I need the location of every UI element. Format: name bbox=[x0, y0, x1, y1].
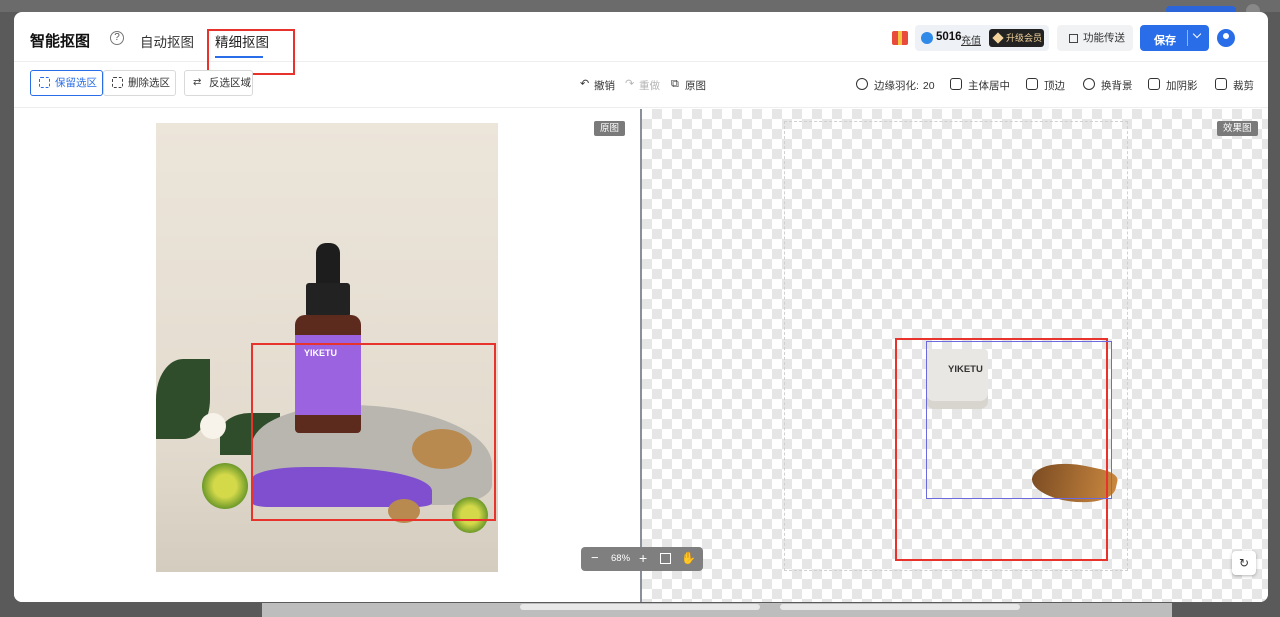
undo-label: 撤销 bbox=[594, 80, 615, 92]
fit-icon[interactable] bbox=[660, 553, 671, 564]
feature-transfer-button[interactable]: 功能传送 bbox=[1057, 25, 1133, 51]
crop-button[interactable]: 裁剪 bbox=[1215, 78, 1254, 93]
center-subject-label: 主体居中 bbox=[968, 80, 1010, 92]
recharge-link[interactable]: 充值 bbox=[961, 32, 981, 47]
original-icon: ⧉ bbox=[671, 78, 679, 90]
redo-button[interactable]: ↷ 重做 bbox=[625, 78, 660, 93]
backdrop-header bbox=[0, 0, 1280, 12]
effect-tag: 效果图 bbox=[1217, 121, 1258, 136]
selection-rectangle[interactable] bbox=[251, 343, 496, 521]
original-image-button[interactable]: ⧉ 原图 bbox=[671, 78, 706, 93]
delete-selection-label: 删除选区 bbox=[128, 77, 170, 89]
lime-shape bbox=[202, 463, 248, 509]
upgrade-vip-label: 升级会员 bbox=[1006, 33, 1043, 43]
edge-feather-value[interactable]: 20 bbox=[923, 80, 935, 92]
shadow-icon bbox=[1148, 78, 1160, 90]
credit-panel: 5016 充值 升级会员 bbox=[915, 25, 1049, 51]
background-icon bbox=[1083, 78, 1095, 90]
upgrade-vip-button[interactable]: 升级会员 bbox=[989, 29, 1044, 47]
save-button[interactable]: 保存 bbox=[1140, 25, 1209, 51]
tab-auto-cutout[interactable]: 自动抠图 bbox=[140, 31, 194, 51]
feather-icon bbox=[856, 78, 868, 90]
invert-selection-button[interactable]: ⇄ 反选区域 bbox=[184, 70, 253, 96]
credit-count: 5016 bbox=[936, 31, 962, 43]
zoom-out-button[interactable]: − bbox=[591, 551, 599, 565]
zoom-control: − 68% + ✋ bbox=[581, 547, 703, 571]
change-background-label: 换背景 bbox=[1101, 80, 1133, 92]
avatar[interactable] bbox=[1217, 29, 1235, 47]
coin-icon bbox=[921, 32, 933, 44]
backdrop-footer-item bbox=[780, 604, 1020, 610]
undo-icon: ↶ bbox=[580, 78, 590, 90]
save-label: 保存 bbox=[1154, 35, 1176, 47]
top-edge-label: 顶边 bbox=[1044, 80, 1065, 92]
help-icon[interactable]: ? bbox=[110, 31, 124, 45]
zoom-in-button[interactable]: + bbox=[639, 550, 647, 566]
zoom-level: 68% bbox=[611, 553, 631, 564]
original-image-label: 原图 bbox=[685, 80, 706, 92]
edge-feather-control[interactable]: 边缘羽化: 20 bbox=[856, 78, 935, 93]
add-shadow-label: 加阴影 bbox=[1166, 80, 1198, 92]
vip-icon bbox=[992, 32, 1004, 44]
flower-shape bbox=[200, 413, 226, 439]
crop-label: 裁剪 bbox=[1233, 80, 1254, 92]
keep-selection-button[interactable]: 保留选区 bbox=[30, 70, 103, 96]
swap-icon: ⇄ bbox=[193, 77, 202, 88]
top-icon bbox=[1026, 78, 1038, 90]
chevron-down-icon[interactable] bbox=[1192, 29, 1202, 39]
save-divider bbox=[1187, 30, 1188, 46]
redo-label: 重做 bbox=[639, 80, 660, 92]
edit-toolbar: 保留选区 删除选区 ⇄ 反选区域 ↶ 撤销 ↷ 重做 ⧉ 原图 边缘羽化: 20 … bbox=[14, 62, 1268, 108]
crop-icon bbox=[1215, 78, 1227, 90]
subject-bounding-box[interactable] bbox=[926, 341, 1112, 499]
modal-header: 智能抠图 ? 自动抠图 精细抠图 5016 充值 升级会员 功能传送 保存 bbox=[14, 12, 1268, 75]
invert-selection-label: 反选区域 bbox=[209, 77, 251, 89]
keep-selection-icon bbox=[39, 77, 50, 88]
edge-feather-label: 边缘羽化: bbox=[874, 80, 919, 92]
original-canvas[interactable]: 原图 YIKETU bbox=[14, 109, 640, 602]
top-edge-button[interactable]: 顶边 bbox=[1026, 78, 1065, 93]
keep-selection-label: 保留选区 bbox=[55, 77, 97, 89]
feature-transfer-label: 功能传送 bbox=[1083, 32, 1125, 44]
gift-icon[interactable] bbox=[892, 31, 908, 45]
center-icon bbox=[950, 78, 962, 90]
change-background-button[interactable]: 换背景 bbox=[1083, 78, 1133, 93]
app-title: 智能抠图 bbox=[30, 33, 91, 50]
redo-icon: ↷ bbox=[625, 78, 635, 90]
center-subject-button[interactable]: 主体居中 bbox=[950, 78, 1010, 93]
delete-selection-button[interactable]: 删除选区 bbox=[103, 70, 176, 96]
grid-icon bbox=[1069, 34, 1078, 43]
reset-icon[interactable]: ↻ bbox=[1232, 551, 1256, 575]
hand-icon[interactable]: ✋ bbox=[681, 551, 696, 565]
original-tag: 原图 bbox=[594, 121, 626, 136]
bottle-cap-shape bbox=[306, 283, 350, 317]
cutout-modal: 智能抠图 ? 自动抠图 精细抠图 5016 充值 升级会员 功能传送 保存 保留… bbox=[14, 12, 1268, 602]
backdrop-footer-item bbox=[520, 604, 760, 610]
delete-selection-icon bbox=[112, 77, 123, 88]
undo-button[interactable]: ↶ 撤销 bbox=[580, 78, 615, 93]
effect-canvas[interactable]: 效果图 YIKETU bbox=[642, 109, 1268, 602]
add-shadow-button[interactable]: 加阴影 bbox=[1148, 78, 1198, 93]
